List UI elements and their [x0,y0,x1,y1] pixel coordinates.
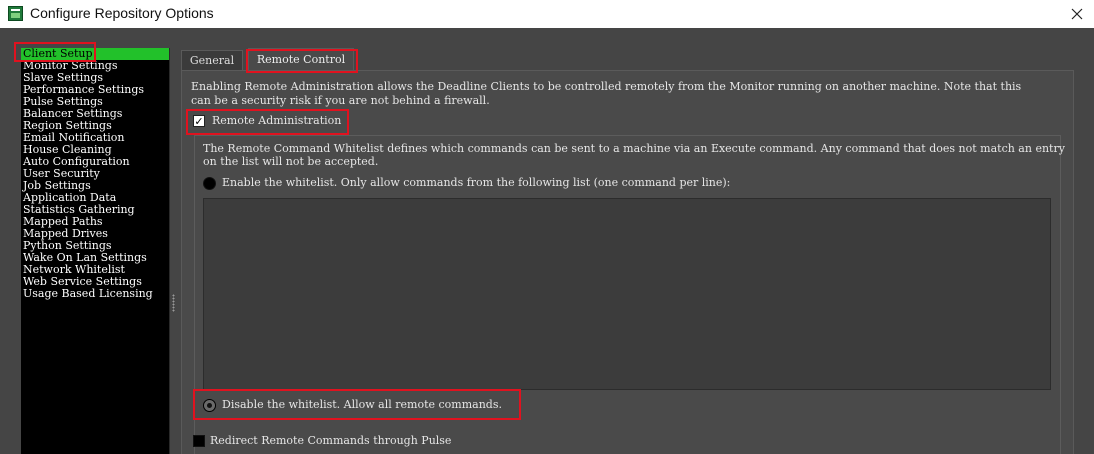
whitelist-description: The Remote Command Whitelist defines whi… [203,142,1065,155]
sidebar-item-mapped-drives[interactable]: Mapped Drives [21,228,169,240]
splitter-handle[interactable] [172,294,175,312]
sidebar-item-auto-configuration[interactable]: Auto Configuration [21,156,169,168]
sidebar-item-network-whitelist[interactable]: Network Whitelist [21,264,169,276]
sidebar-item-wake-on-lan-settings[interactable]: Wake On Lan Settings [21,252,169,264]
whitelist-description-cont: on the list will not be accepted. [203,155,379,168]
remote-administration-label[interactable]: Remote Administration [212,114,341,128]
close-button[interactable] [1060,0,1094,28]
sidebar-item-statistics-gathering[interactable]: Statistics Gathering [21,204,169,216]
sidebar-item-mapped-paths[interactable]: Mapped Paths [21,216,169,228]
sidebar-item-monitor-settings[interactable]: Monitor Settings [21,60,169,72]
sidebar-item-job-settings[interactable]: Job Settings [21,180,169,192]
sidebar-item-region-settings[interactable]: Region Settings [21,120,169,132]
settings-category-list[interactable]: Client Setup Monitor Settings Slave Sett… [21,48,170,454]
sidebar-item-house-cleaning[interactable]: House Cleaning [21,144,169,156]
whitelist-commands-textarea[interactable] [203,198,1051,390]
sidebar-item-python-settings[interactable]: Python Settings [21,240,169,252]
redirect-through-pulse-checkbox[interactable] [193,435,205,447]
sidebar-item-client-setup[interactable]: Client Setup [21,48,169,60]
sidebar-item-user-security[interactable]: User Security [21,168,169,180]
tab-general[interactable]: General [181,50,243,70]
remote-admin-description: Enabling Remote Administration allows th… [191,80,1022,93]
sidebar-item-email-notification[interactable]: Email Notification [21,132,169,144]
sidebar-item-web-service-settings[interactable]: Web Service Settings [21,276,169,288]
sidebar-item-balancer-settings[interactable]: Balancer Settings [21,108,169,120]
sidebar-item-slave-settings[interactable]: Slave Settings [21,72,169,84]
sidebar-item-pulse-settings[interactable]: Pulse Settings [21,96,169,108]
sidebar-item-usage-based-licensing[interactable]: Usage Based Licensing [21,288,169,300]
disable-whitelist-radio[interactable] [203,399,216,412]
title-bar: Configure Repository Options [0,0,1094,28]
redirect-through-pulse-label[interactable]: Redirect Remote Commands through Pulse [210,434,451,448]
close-icon [1071,8,1083,20]
remote-administration-checkbox[interactable]: ✓ [193,115,205,127]
enable-whitelist-label[interactable]: Enable the whitelist. Only allow command… [222,176,730,190]
enable-whitelist-radio[interactable] [203,177,216,190]
remote-admin-description-cont: can be a security risk if you are not be… [191,94,490,107]
sidebar-item-performance-settings[interactable]: Performance Settings [21,84,169,96]
disable-whitelist-label[interactable]: Disable the whitelist. Allow all remote … [222,398,502,412]
window-title: Configure Repository Options [30,5,214,21]
tab-remote-control[interactable]: Remote Control [248,48,354,70]
sidebar-item-application-data[interactable]: Application Data [21,192,169,204]
app-icon [8,6,23,21]
